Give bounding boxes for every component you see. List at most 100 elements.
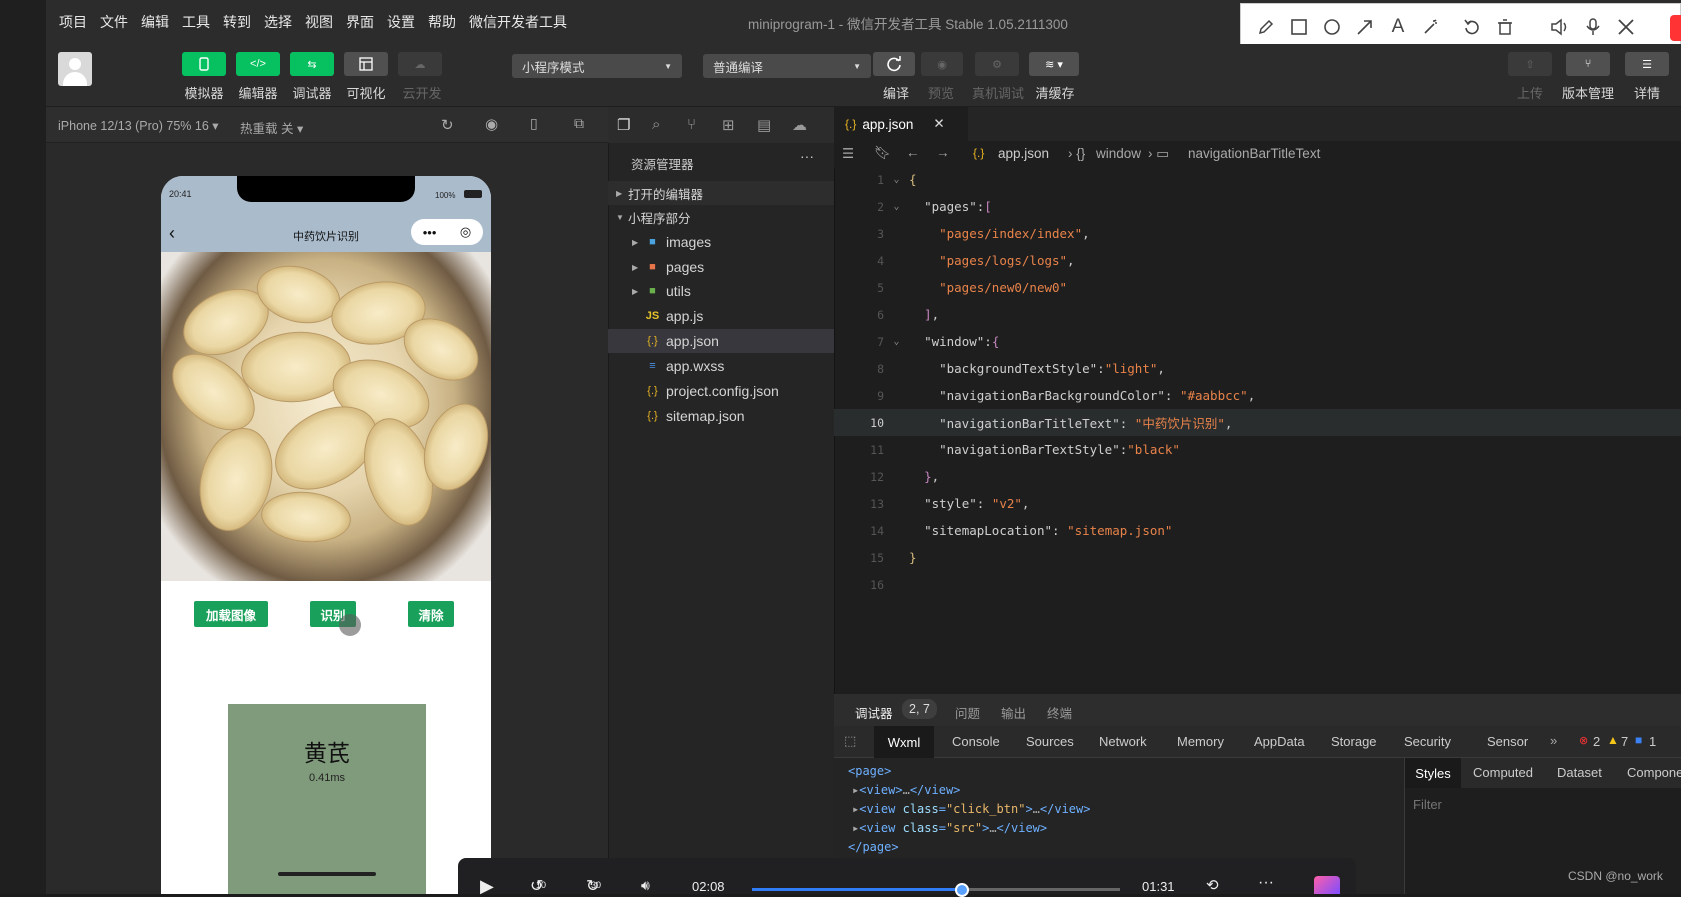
more-icon[interactable]: ··· bbox=[1258, 874, 1274, 892]
close-tab-icon[interactable]: ✕ bbox=[933, 116, 944, 132]
avatar[interactable] bbox=[58, 52, 92, 86]
pencil-icon[interactable] bbox=[1255, 16, 1277, 38]
menu-item[interactable]: 设置 bbox=[387, 12, 415, 32]
tab-app-json[interactable]: {.} app.json ✕ bbox=[834, 107, 968, 141]
tab-sensor[interactable]: Sensor bbox=[1487, 734, 1528, 749]
tab-memory[interactable]: Memory bbox=[1177, 734, 1224, 749]
tab-component[interactable]: Compone bbox=[1627, 765, 1681, 780]
target-icon[interactable]: ◎ bbox=[460, 224, 471, 240]
file-project-config[interactable]: {.} project.config.json bbox=[608, 379, 834, 403]
menu-item[interactable]: 帮助 bbox=[428, 12, 456, 32]
file-app-js[interactable]: JS app.js bbox=[608, 304, 834, 328]
menu-item[interactable]: 选择 bbox=[264, 12, 292, 32]
forward-arrow-icon[interactable]: → bbox=[936, 145, 950, 160]
debugger-toggle-icon[interactable]: ⇆ bbox=[290, 52, 334, 76]
wxml-node[interactable]: ▸<view>…</view> bbox=[852, 783, 960, 797]
stop-icon[interactable]: ◉ bbox=[485, 115, 498, 133]
loop-off-icon[interactable]: ⟲ bbox=[1206, 876, 1219, 894]
outline-icon[interactable]: ☰ bbox=[842, 146, 854, 162]
git-icon[interactable]: ⑂ bbox=[687, 116, 696, 133]
simulator-toggle-icon[interactable] bbox=[182, 52, 226, 76]
tab-output[interactable]: 输出 bbox=[1001, 703, 1026, 722]
trash-icon[interactable] bbox=[1494, 16, 1516, 38]
more-tabs-icon[interactable]: » bbox=[1550, 733, 1557, 748]
extensions-icon[interactable]: ⊞ bbox=[722, 116, 735, 134]
tab-dataset[interactable]: Dataset bbox=[1557, 765, 1602, 780]
info-count[interactable]: 1 bbox=[1649, 734, 1656, 749]
compile-select[interactable]: 普通编译 ▼ bbox=[703, 54, 871, 78]
menu-item[interactable]: 转到 bbox=[223, 12, 251, 32]
storage-icon[interactable]: ▤ bbox=[757, 116, 771, 134]
folder-utils[interactable]: ▶ ■ utils bbox=[608, 279, 834, 303]
crumb-key[interactable]: navigationBarTitleText bbox=[1188, 146, 1320, 161]
tab-styles[interactable]: Styles bbox=[1405, 758, 1461, 788]
tab-computed[interactable]: Computed bbox=[1473, 765, 1533, 780]
docker-icon[interactable]: ☁ bbox=[792, 116, 807, 134]
tab-problems[interactable]: 问题 bbox=[955, 703, 980, 722]
project-section[interactable]: ▼ 小程序部分 bbox=[608, 205, 834, 229]
clear-button[interactable]: 清除 bbox=[408, 601, 454, 627]
microphone-icon[interactable] bbox=[1582, 16, 1604, 38]
file-sitemap[interactable]: {.} sitemap.json bbox=[608, 404, 834, 428]
menu-item[interactable]: 界面 bbox=[346, 12, 374, 32]
bookmark-icon[interactable]: 🔖︎ bbox=[874, 145, 891, 161]
speaker-icon[interactable] bbox=[1549, 16, 1571, 38]
menu-item[interactable]: 工具 bbox=[182, 12, 210, 32]
arrow-icon[interactable] bbox=[1354, 16, 1376, 38]
editor-toggle-icon[interactable]: </> bbox=[236, 52, 280, 76]
folder-pages[interactable]: ▶ ■ pages bbox=[608, 255, 834, 279]
tab-appdata[interactable]: AppData bbox=[1254, 734, 1305, 749]
undo-icon[interactable] bbox=[1461, 16, 1483, 38]
crumb-window[interactable]: window bbox=[1096, 146, 1141, 161]
text-icon[interactable]: A bbox=[1387, 16, 1409, 38]
tab-network[interactable]: Network bbox=[1099, 734, 1147, 749]
back-arrow-icon[interactable]: ← bbox=[906, 145, 920, 160]
file-app-json[interactable]: {.} app.json bbox=[608, 329, 834, 353]
window-icon[interactable]: ⧉ bbox=[574, 115, 584, 132]
more-icon[interactable]: ··· bbox=[800, 148, 814, 164]
menu-item[interactable]: 视图 bbox=[305, 12, 333, 32]
wxml-page-open[interactable]: <page> bbox=[848, 764, 891, 778]
reload-icon[interactable]: ↻ bbox=[441, 116, 454, 134]
wxml-page-close[interactable]: </page> bbox=[848, 840, 899, 854]
warning-count[interactable]: 7 bbox=[1621, 734, 1628, 749]
tab-storage[interactable]: Storage bbox=[1331, 734, 1377, 749]
phone-icon[interactable]: ▯ bbox=[530, 115, 538, 132]
menu-item[interactable]: 微信开发者工具 bbox=[469, 12, 567, 32]
search-icon[interactable]: ⌕ bbox=[652, 116, 660, 133]
tab-wxml[interactable]: Wxml bbox=[874, 726, 934, 758]
crumb-file[interactable]: app.json bbox=[998, 146, 1049, 161]
refresh-icon[interactable] bbox=[873, 52, 915, 76]
error-count[interactable]: 2 bbox=[1593, 734, 1600, 749]
magic-wand-icon[interactable] bbox=[1420, 16, 1442, 38]
tab-terminal[interactable]: 终端 bbox=[1047, 703, 1072, 722]
volume-icon[interactable]: 🔊︎ bbox=[641, 877, 650, 894]
menu-item[interactable]: 编辑 bbox=[141, 12, 169, 32]
menu-item[interactable]: 文件 bbox=[100, 12, 128, 32]
filter-input[interactable] bbox=[1413, 794, 1673, 814]
folder-images[interactable]: ▶ ■ images bbox=[608, 230, 834, 254]
video-progress-knob[interactable] bbox=[954, 883, 969, 897]
tab-sources[interactable]: Sources bbox=[1026, 734, 1074, 749]
inspect-icon[interactable]: ⬚ bbox=[844, 733, 856, 749]
mode-select[interactable]: 小程序模式 ▼ bbox=[512, 54, 682, 78]
tab-console[interactable]: Console bbox=[952, 734, 1000, 749]
capsule-button[interactable]: ••• ◎ bbox=[411, 219, 483, 245]
tab-security[interactable]: Security bbox=[1404, 734, 1451, 749]
file-app-wxss[interactable]: ≡ app.wxss bbox=[608, 354, 834, 378]
close-icon[interactable] bbox=[1615, 16, 1637, 38]
menu-item[interactable]: 项目 bbox=[59, 12, 87, 32]
menu-icon[interactable]: ☰ bbox=[1625, 52, 1669, 76]
device-select[interactable]: iPhone 12/13 (Pro) 75% 16 ▾ bbox=[58, 118, 219, 133]
circle-icon[interactable] bbox=[1321, 16, 1343, 38]
files-icon[interactable]: ❐ bbox=[617, 116, 630, 134]
open-editors-section[interactable]: ▶ 打开的编辑器 bbox=[608, 181, 834, 205]
hot-reload-select[interactable]: 热重载 关 ▾ bbox=[240, 118, 303, 137]
tab-debugger[interactable]: 调试器 bbox=[855, 703, 893, 722]
more-icon[interactable]: ••• bbox=[423, 225, 437, 240]
branch-icon[interactable]: ⑂ bbox=[1566, 52, 1610, 76]
load-image-button[interactable]: 加载图像 bbox=[194, 601, 268, 627]
wxml-node[interactable]: ▸<view class="src">…</view> bbox=[852, 821, 1047, 835]
video-progress[interactable] bbox=[752, 883, 1120, 897]
layers-icon[interactable]: ≋ ▾ bbox=[1029, 52, 1079, 76]
